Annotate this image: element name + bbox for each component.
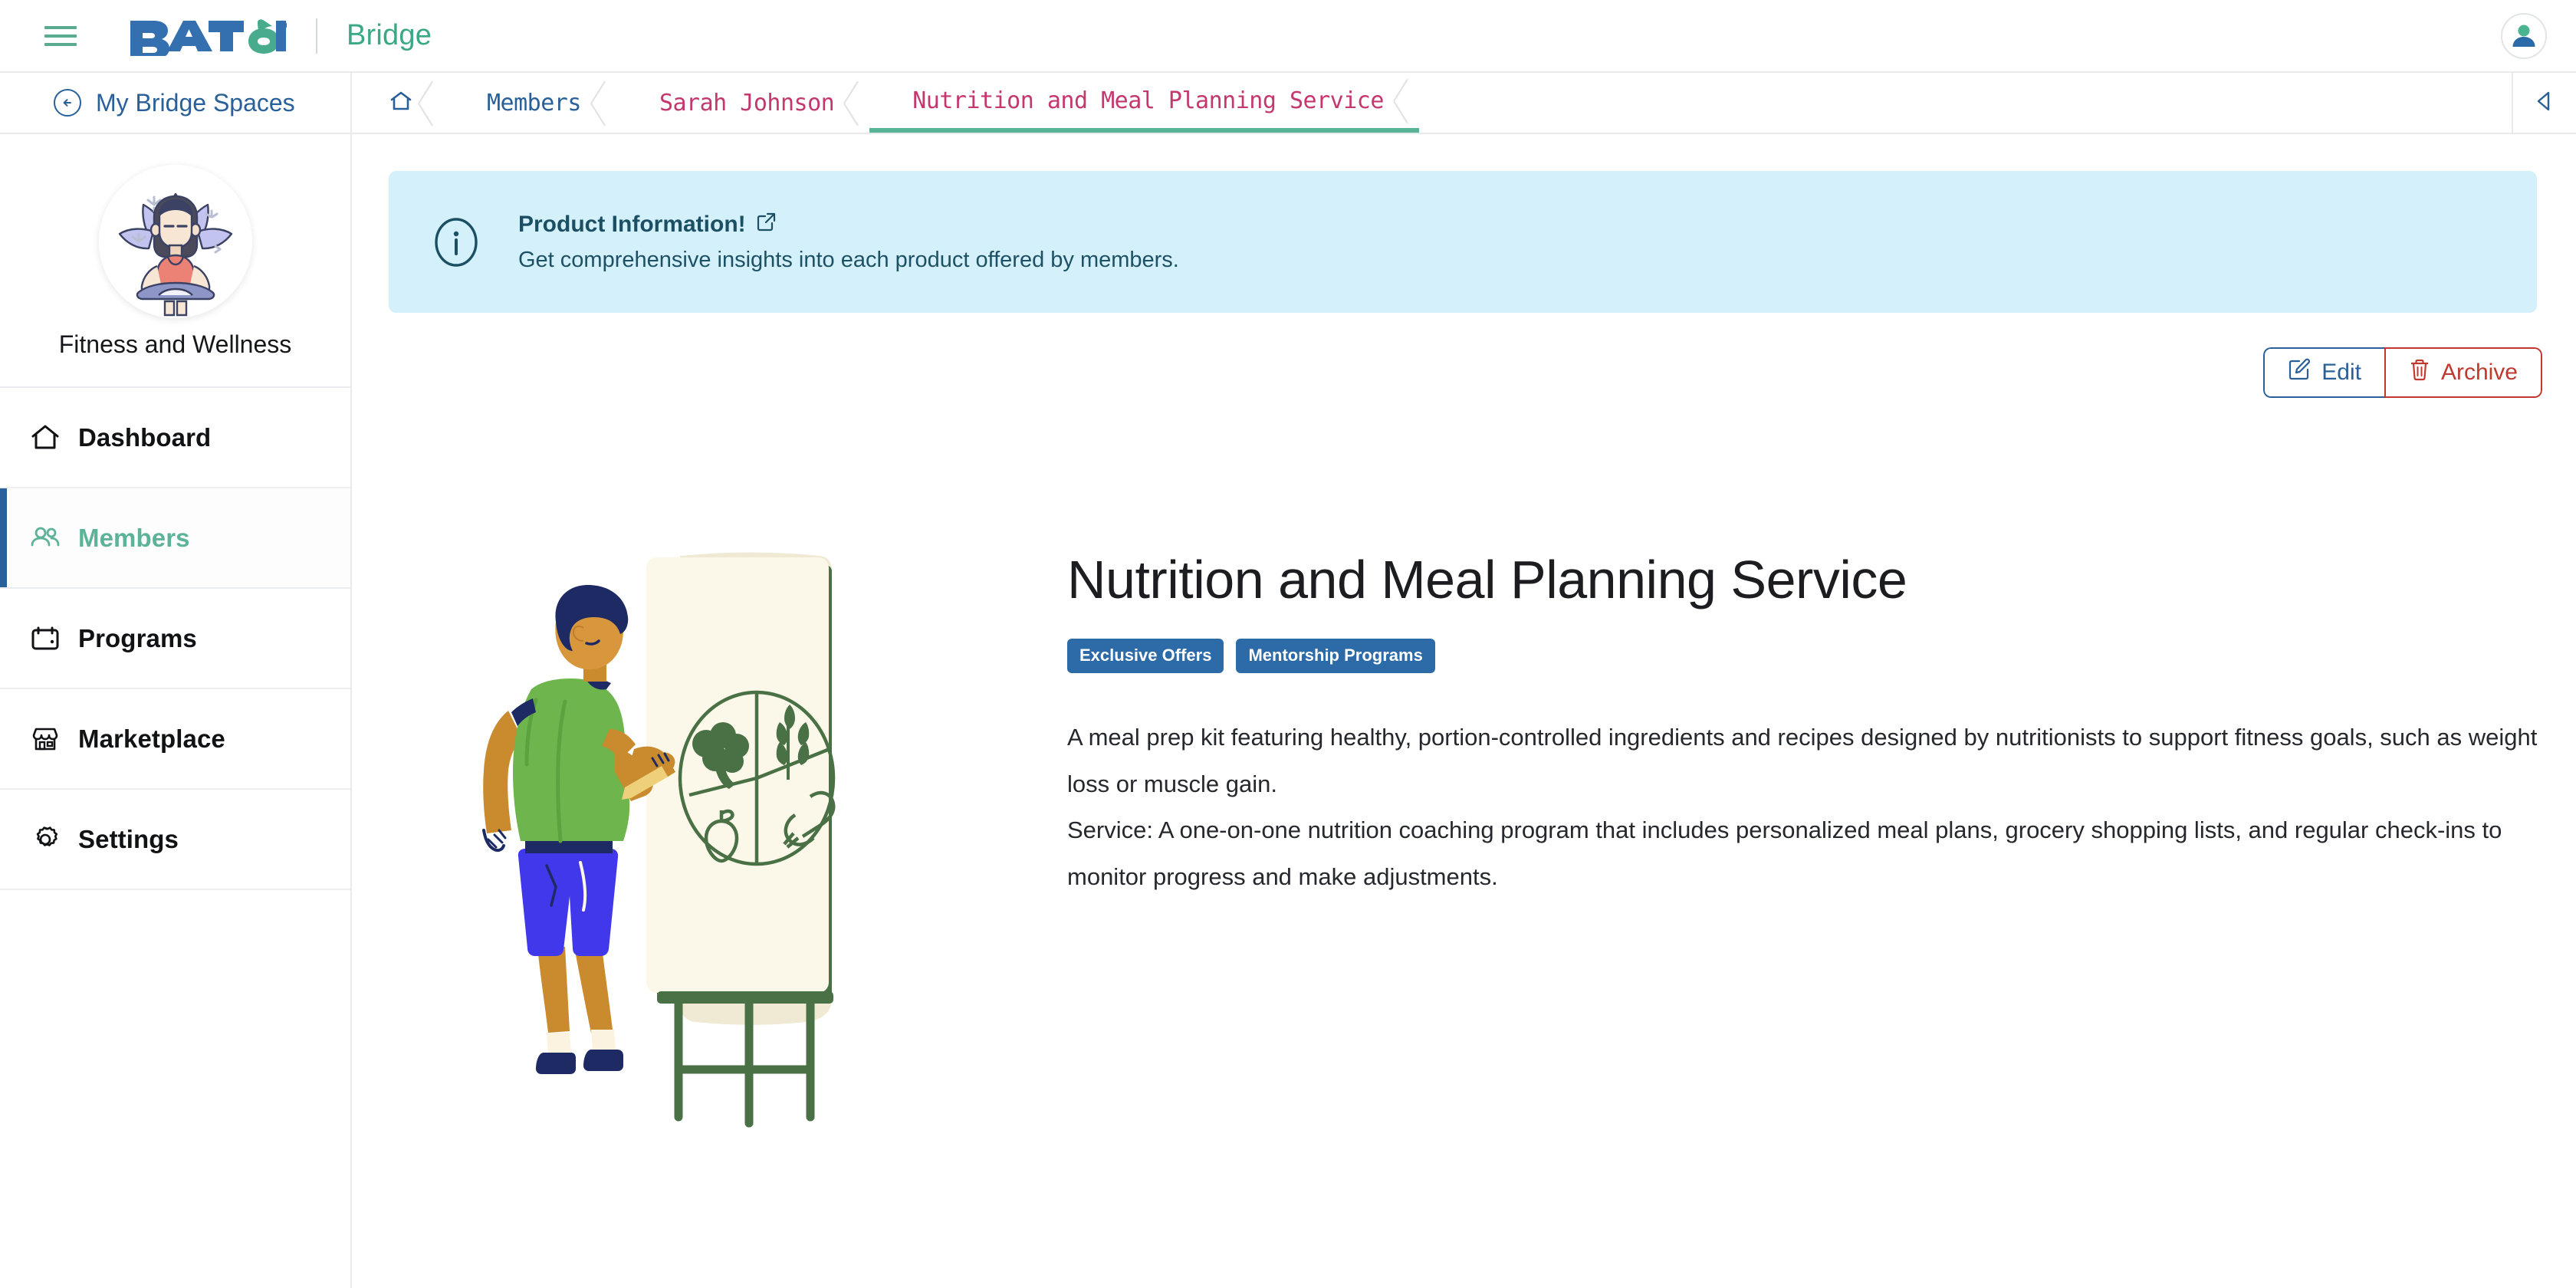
info-circle-icon [431, 217, 481, 268]
breadcrumb-label: Sarah Johnson [659, 89, 835, 117]
sidebar: My Bridge Spaces Fitness and Wellness Da… [0, 73, 352, 1288]
pencil-square-icon [2288, 358, 2311, 387]
space-card: Fitness and Wellness [0, 134, 350, 388]
breadcrumb-item-member-name[interactable]: Sarah Johnson [616, 73, 870, 133]
edit-label: Edit [2321, 360, 2361, 385]
sidebar-item-dashboard[interactable]: Dashboard [0, 388, 350, 488]
external-link-icon[interactable] [757, 212, 777, 238]
sidebar-item-label: Dashboard [78, 422, 212, 452]
archive-button[interactable]: Archive [2384, 347, 2542, 398]
batoi-logo[interactable]: R [129, 16, 287, 56]
description-paragraph: A meal prep kit featuring healthy, porti… [1067, 724, 2538, 797]
home-icon [28, 420, 63, 455]
svg-text:R: R [280, 22, 284, 29]
breadcrumb: Members Sarah Johnson Nutrition and Meal… [352, 73, 2576, 134]
space-name: Fitness and Wellness [58, 330, 292, 358]
main-content: Product Information! Get comprehensive i… [352, 134, 2576, 1288]
breadcrumb-separator-icon [591, 73, 617, 133]
sidebar-item-settings[interactable]: Settings [0, 790, 350, 890]
user-avatar-icon[interactable] [2501, 12, 2547, 59]
page-title: Nutrition and Meal Planning Service [1067, 550, 1907, 610]
banner-subtitle: Get comprehensive insights into each pro… [518, 247, 1179, 272]
calendar-icon [28, 621, 63, 656]
sidebar-nav: Dashboard Members Programs Marketplace S… [0, 388, 350, 890]
trash-icon [2409, 358, 2430, 387]
product-information-banner: Product Information! Get comprehensive i… [389, 171, 2537, 313]
action-button-group: Edit Archive [2263, 347, 2542, 398]
edit-button[interactable]: Edit [2263, 347, 2384, 398]
breadcrumb-item-members[interactable]: Members [444, 73, 616, 133]
sidebar-item-label: Settings [78, 824, 179, 853]
person-drawing-nutrition-plate-illustration [452, 548, 942, 1131]
product-name: Bridge [347, 19, 432, 51]
sidebar-item-marketplace[interactable]: Marketplace [0, 689, 350, 790]
tag-badge[interactable]: Mentorship Programs [1236, 639, 1435, 674]
users-icon [28, 521, 63, 556]
breadcrumb-separator-icon [1394, 73, 1420, 128]
back-to-bridge-spaces-button[interactable]: My Bridge Spaces [0, 73, 350, 134]
archive-label: Archive [2440, 360, 2518, 385]
product-detail: Nutrition and Meal Planning Service Excl… [1067, 550, 2543, 900]
product-tags: Exclusive Offers Mentorship Programs [1067, 639, 2543, 674]
chevron-left-icon [2534, 90, 2555, 117]
sidebar-item-members[interactable]: Members [0, 488, 350, 589]
tag-badge[interactable]: Exclusive Offers [1067, 639, 1224, 674]
gear-icon [28, 822, 63, 857]
sidebar-item-label: Programs [78, 623, 197, 652]
home-icon [389, 89, 413, 117]
sidebar-item-programs[interactable]: Programs [0, 589, 350, 689]
breadcrumb-separator-icon [419, 73, 445, 133]
brand-divider [316, 18, 317, 54]
back-label: My Bridge Spaces [96, 88, 295, 117]
product-description: A meal prep kit featuring healthy, porti… [1067, 715, 2543, 900]
sidebar-item-label: Marketplace [78, 724, 225, 753]
yoga-lotus-avatar-icon[interactable] [98, 165, 252, 318]
breadcrumb-collapse-button[interactable] [2512, 73, 2576, 133]
breadcrumb-label: Nutrition and Meal Planning Service [912, 87, 1384, 114]
breadcrumb-home[interactable] [352, 73, 444, 133]
banner-title: Product Information! [518, 211, 746, 237]
sidebar-item-label: Members [78, 523, 190, 552]
description-paragraph: Service: A one-on-one nutrition coaching… [1067, 816, 2502, 890]
breadcrumb-separator-icon [844, 73, 870, 133]
hamburger-icon[interactable] [44, 23, 77, 49]
banner-title-row: Product Information! [518, 212, 1179, 238]
storefront-icon [28, 721, 63, 757]
breadcrumb-label: Members [487, 89, 581, 117]
top-header: R Bridge [0, 0, 2576, 73]
breadcrumb-item-current[interactable]: Nutrition and Meal Planning Service [869, 73, 1419, 133]
arrow-left-circle-icon [54, 89, 81, 117]
